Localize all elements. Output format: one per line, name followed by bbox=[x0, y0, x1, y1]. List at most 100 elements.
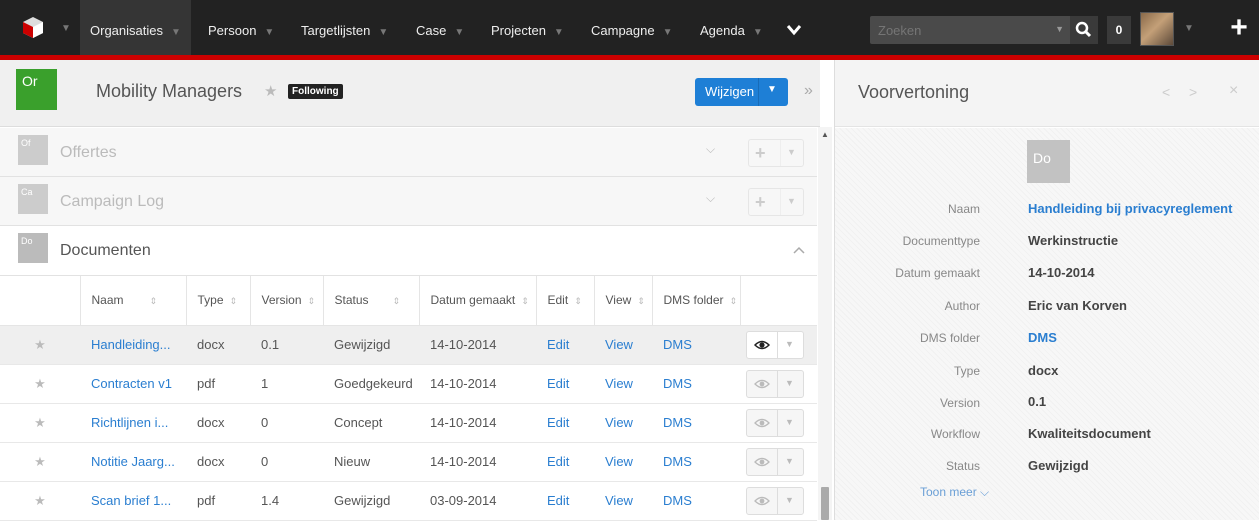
field-value-dms-folder[interactable]: DMS bbox=[1028, 330, 1057, 345]
document-name-link[interactable]: Scan brief 1... bbox=[80, 481, 186, 521]
view-link[interactable]: View bbox=[594, 481, 652, 521]
search-button[interactable] bbox=[1070, 16, 1098, 44]
subpanel-offertes[interactable]: Of Offertes ⌵ + ▼ bbox=[0, 128, 817, 177]
nav-tab-case[interactable]: Case ▼ bbox=[406, 0, 474, 55]
document-name-link[interactable]: Contracten v1 bbox=[80, 364, 186, 404]
dms-link[interactable]: DMS bbox=[652, 325, 740, 365]
dms-link[interactable]: DMS bbox=[652, 442, 740, 482]
scrollbar[interactable]: ▲ bbox=[818, 127, 832, 520]
edit-button[interactable]: Wijzigen ▼ bbox=[695, 78, 788, 106]
preview-button-group[interactable]: ▼ bbox=[746, 408, 804, 437]
chevron-down-icon[interactable]: ▼ bbox=[785, 456, 794, 466]
close-icon[interactable]: × bbox=[1229, 82, 1238, 100]
chevron-down-icon[interactable]: ▼ bbox=[785, 417, 794, 427]
sort-icon[interactable]: ⇕ bbox=[150, 296, 158, 306]
field-value-naam[interactable]: Handleiding bij privacyreglement bbox=[1028, 201, 1232, 216]
sort-icon[interactable]: ⇕ bbox=[521, 296, 529, 306]
scroll-up-arrow-icon[interactable]: ▲ bbox=[821, 130, 829, 139]
chevron-down-icon[interactable]: ▼ bbox=[785, 495, 794, 505]
subpanel-campaign-log[interactable]: Ca Campaign Log ⌵ + ▼ bbox=[0, 177, 817, 226]
eye-icon[interactable] bbox=[754, 338, 770, 352]
column-header-edit[interactable]: Edit ⇕ bbox=[536, 276, 595, 326]
eye-icon[interactable] bbox=[754, 494, 770, 508]
table-row[interactable]: ★ Handleiding... docx 0.1 Gewijzigd 14-1… bbox=[0, 325, 817, 365]
sort-icon[interactable]: ⇕ bbox=[393, 296, 401, 306]
column-header-type[interactable]: Type ⇕ bbox=[186, 276, 251, 326]
edit-link[interactable]: Edit bbox=[536, 364, 594, 404]
column-header-view[interactable]: View ⇕ bbox=[594, 276, 653, 326]
user-avatar[interactable] bbox=[1140, 12, 1174, 46]
scrollbar-thumb[interactable] bbox=[821, 487, 829, 520]
preview-button-group[interactable]: ▼ bbox=[746, 447, 804, 476]
nav-tab-organisaties[interactable]: Organisaties ▼ bbox=[80, 0, 191, 55]
dms-link[interactable]: DMS bbox=[652, 364, 740, 404]
chevron-down-icon[interactable]: ▼ bbox=[785, 378, 794, 388]
chevron-down-icon[interactable]: ⌵ bbox=[706, 142, 715, 157]
document-name-link[interactable]: Richtlijnen i... bbox=[80, 403, 186, 443]
nav-tab-persoon[interactable]: Persoon ▼ bbox=[198, 0, 284, 55]
nav-tab-campagne[interactable]: Campagne ▼ bbox=[581, 0, 683, 55]
following-badge[interactable]: Following bbox=[288, 84, 343, 99]
double-chevron-right-icon[interactable]: » bbox=[804, 82, 813, 100]
dms-link[interactable]: DMS bbox=[652, 481, 740, 521]
document-name-link[interactable]: Handleiding... bbox=[80, 325, 186, 365]
document-name-link[interactable]: Notitie Jaarg... bbox=[80, 442, 186, 482]
view-link[interactable]: View bbox=[594, 403, 652, 443]
subpanel-add-button[interactable]: + ▼ bbox=[748, 139, 804, 167]
chevron-down-icon[interactable]: ⌵ bbox=[706, 191, 715, 206]
table-row[interactable]: ★ Scan brief 1... pdf 1.4 Gewijzigd 03-0… bbox=[0, 481, 817, 521]
chevron-down-icon[interactable]: ▼ bbox=[1055, 24, 1064, 34]
column-header-status[interactable]: Status ⇕ bbox=[323, 276, 420, 326]
sort-icon[interactable]: ⇕ bbox=[637, 296, 645, 306]
nav-tab-targetlijsten[interactable]: Targetlijsten ▼ bbox=[291, 0, 398, 55]
column-header-naam[interactable]: Naam ⇕ bbox=[80, 276, 187, 326]
dms-link[interactable]: DMS bbox=[652, 403, 740, 443]
sort-icon[interactable]: ⇕ bbox=[308, 296, 316, 306]
favorite-star-icon[interactable]: ★ bbox=[0, 364, 80, 404]
favorite-star-icon[interactable]: ★ bbox=[0, 403, 80, 443]
table-row[interactable]: ★ Notitie Jaarg... docx 0 Nieuw 14-10-20… bbox=[0, 442, 817, 482]
chevron-up-icon[interactable] bbox=[792, 245, 806, 255]
chevron-down-icon[interactable]: ▼ bbox=[61, 23, 71, 34]
chevron-down-icon[interactable]: ▼ bbox=[1184, 23, 1194, 34]
next-arrow-icon[interactable]: > bbox=[1189, 84, 1197, 100]
preview-button-group[interactable]: ▼ bbox=[746, 486, 804, 515]
view-link[interactable]: View bbox=[594, 364, 652, 404]
table-row[interactable]: ★ Richtlijnen i... docx 0 Concept 14-10-… bbox=[0, 403, 817, 443]
quick-create-plus-icon[interactable]: + bbox=[1222, 10, 1256, 46]
edit-link[interactable]: Edit bbox=[536, 442, 594, 482]
column-header-version[interactable]: Version ⇕ bbox=[250, 276, 324, 326]
table-row[interactable]: ★ Contracten v1 pdf 1 Goedgekeurd 14-10-… bbox=[0, 364, 817, 404]
chevron-down-icon[interactable]: ▼ bbox=[787, 196, 796, 206]
eye-icon[interactable] bbox=[754, 455, 770, 469]
eye-icon[interactable] bbox=[754, 416, 770, 430]
favorite-star-icon[interactable]: ★ bbox=[264, 82, 277, 100]
more-tabs-chevron-icon[interactable] bbox=[786, 24, 802, 36]
edit-link[interactable]: Edit bbox=[536, 325, 594, 365]
favorite-star-icon[interactable]: ★ bbox=[0, 325, 80, 365]
chevron-down-icon[interactable]: ▼ bbox=[767, 84, 777, 95]
favorite-star-icon[interactable]: ★ bbox=[0, 481, 80, 521]
preview-button-group[interactable]: ▼ bbox=[746, 369, 804, 398]
chevron-down-icon[interactable]: ▼ bbox=[787, 147, 796, 157]
sort-icon[interactable]: ⇕ bbox=[230, 296, 238, 306]
column-header-datum[interactable]: Datum gemaakt ⇕ bbox=[419, 276, 537, 326]
edit-link[interactable]: Edit bbox=[536, 481, 594, 521]
chevron-down-icon[interactable]: ▼ bbox=[785, 339, 794, 349]
eye-icon[interactable] bbox=[754, 377, 770, 391]
view-link[interactable]: View bbox=[594, 442, 652, 482]
nav-tab-projecten[interactable]: Projecten ▼ bbox=[481, 0, 574, 55]
view-link[interactable]: View bbox=[594, 325, 652, 365]
subpanel-add-button[interactable]: + ▼ bbox=[748, 188, 804, 216]
notification-count[interactable]: 0 bbox=[1107, 16, 1131, 44]
column-header-dms-folder[interactable]: DMS folder ⇕ bbox=[652, 276, 741, 326]
subpanel-documenten[interactable]: Do Documenten bbox=[0, 226, 817, 276]
nav-tab-agenda[interactable]: Agenda ▼ bbox=[690, 0, 773, 55]
previous-arrow-icon[interactable]: < bbox=[1162, 84, 1170, 100]
sort-icon[interactable]: ⇕ bbox=[730, 296, 738, 306]
favorite-star-icon[interactable]: ★ bbox=[0, 442, 80, 482]
show-more-link[interactable]: Toon meer ⌵ bbox=[920, 485, 989, 500]
edit-link[interactable]: Edit bbox=[536, 403, 594, 443]
sort-icon[interactable]: ⇕ bbox=[574, 296, 582, 306]
preview-button-group[interactable]: ▼ bbox=[746, 330, 804, 359]
